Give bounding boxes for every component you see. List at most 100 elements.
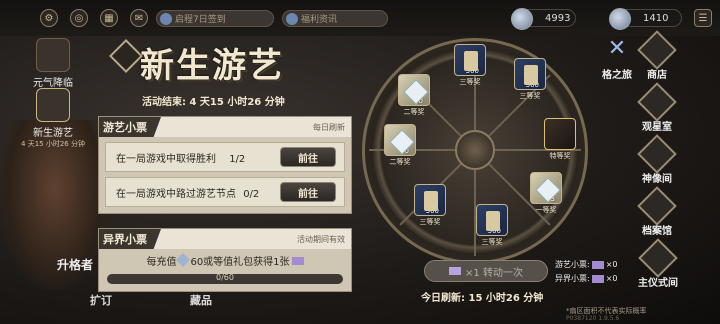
topup-progress-label: 0/60 [216,273,234,282]
archive-icon [637,186,677,226]
scroll-icon: 300 [414,184,446,216]
prize-tier: 二等奖 [389,158,411,166]
special-prize-icon [544,118,576,150]
crystal-icon: 3 [530,172,562,204]
coin-icon [511,8,533,30]
prize-slot: 60 二等奖 [390,74,438,117]
title-banner: 新生游艺 [109,38,354,86]
close-x-icon: ✕ [607,36,627,61]
crystal-icon: 60 [384,124,416,156]
prize-slot: 3 一等奖 [522,172,570,215]
gem-icon [176,252,191,268]
settings-icon[interactable]: ⚙ [40,9,58,27]
currency-gem[interactable]: 1410 [609,8,682,30]
checkin-label: 启程7日签到 [175,15,226,25]
wheel-hub [455,130,495,170]
currency-gold[interactable]: 4993 [511,8,576,30]
version-label: P0387120 1.9.5.6 [566,315,620,322]
right-item-shop[interactable]: 商店 [632,30,682,81]
yijie-ticket-label: 异界小票: [555,274,590,283]
checkin-pill[interactable]: 启程7日签到 [156,10,274,27]
left-item-yuanqi-label: 元气降临 [33,78,73,89]
panel-yijie-note: 活动期间有效 [297,234,345,244]
panel-youyi-header: 游艺小票 每日刷新 [99,117,351,137]
page-title: 新生游艺 [140,46,284,86]
prize-qty: 300 [487,227,501,235]
ritual-icon [638,238,678,278]
topup-progress-bar: 0/60 [107,273,343,284]
prize-tier: 三等奖 [481,238,503,246]
prize-slot: 300 三等奖 [406,184,454,227]
task-row: 在一局游戏中路过游艺节点 0/2 前往 [105,177,345,207]
spin-button-label: ×1 转动一次 [465,267,523,279]
task-text: 在一局游戏中取得胜利 [116,153,216,165]
panel-yijie-header: 异界小票 活动期间有效 [99,229,351,249]
mail-icon[interactable]: ✉ [130,9,148,27]
panel-youyi-note: 每日刷新 [313,122,345,132]
ticket-icon [591,260,604,269]
topup-text-b: 60或等值礼包获得1张 [190,257,290,268]
left-item-xinsheng-label: 新生游艺 [33,128,73,139]
shop-icon [637,30,677,70]
event-end-timer: 活动结束: 4 天15 小时26 分钟 [142,97,285,108]
statue-icon [637,134,677,174]
go-button[interactable]: 前往 [280,147,336,167]
scroll-icon: 300 [476,204,508,236]
left-item-kuoding[interactable]: 扩订 [90,292,112,308]
go-button[interactable]: 前往 [280,182,336,202]
prize-slot: 60 二等奖 [376,124,424,167]
prize-qty: 60 [400,147,409,155]
right-item-observatory[interactable]: 观星室 [632,82,682,133]
left-item-xinsheng[interactable]: 新生游艺 4 天15 小时26 分钟 [21,88,85,149]
ticket-icon [291,257,304,265]
right-item-archive[interactable]: 档案馆 [632,186,682,237]
left-item-shenggezhe[interactable]: 升格者 [52,240,98,273]
right-item-ritual-hall[interactable]: 主仪式间 [628,238,688,289]
crystal-icon: 60 [398,74,430,106]
grid-icon[interactable]: ▦ [100,9,118,27]
menu-icon[interactable]: ☰ [694,9,712,27]
crossed-swords-icon [36,88,70,122]
prize-tier: 二等奖 [403,108,425,116]
prize-slot: 300 三等奖 [446,44,494,87]
left-item-shenggezhe-label: 升格者 [56,258,93,272]
prize-qty: 60 [414,97,423,105]
ticket-icon [591,274,604,283]
yijie-ticket-count: ×0 [605,274,618,283]
event-icon [36,38,70,72]
prize-tier: 三等奖 [519,92,541,100]
prize-tier: 特等奖 [549,152,571,160]
title-diamond-icon [109,39,143,73]
prize-tier: 三等奖 [459,78,481,86]
collection-button[interactable]: 藏品 [190,292,212,308]
panel-youyi-tickets: 游艺小票 每日刷新 在一局游戏中取得胜利 1/2 前往 在一局游戏中路过游艺节点… [98,116,352,214]
left-item-yuanqi[interactable]: 元气降临 [30,38,76,89]
panel-yijie-title: 异界小票 [99,229,161,249]
topup-task: 每充值 60或等值礼包获得1张 [99,249,351,272]
prize-slot: 特等奖 [536,118,584,161]
prize-qty: 300 [465,67,479,75]
news-label: 福利资讯 [301,15,338,25]
currency-gold-value: 4993 [545,12,571,24]
youyi-ticket-label: 游艺小票: [555,260,590,269]
gem-icon [609,8,631,30]
refresh-timer: 今日刷新: 15 小时26 分钟 [421,293,544,304]
prize-slot: 300 三等奖 [468,204,516,247]
panel-youyi-title: 游艺小票 [99,117,161,137]
spin-button[interactable]: ×1 转动一次 [424,260,548,282]
task-row: 在一局游戏中取得胜利 1/2 前往 [105,142,345,172]
prize-qty: 300 [425,207,439,215]
news-pill[interactable]: 福利资讯 [282,10,388,27]
task-progress: 1/2 [229,153,246,165]
right-item-statue-hall[interactable]: 神像间 [632,134,682,185]
left-item-xinsheng-timer: 4 天15 小时26 分钟 [21,140,85,148]
ring-icon[interactable]: ◎ [70,9,88,27]
ticket-icon [449,267,462,275]
ticket-counts: 游艺小票: ×0 异界小票: ×0 [555,258,618,286]
prize-tier: 一等奖 [535,206,557,214]
panel-yijie-tickets: 异界小票 活动期间有效 每充值 60或等值礼包获得1张 0/60 [98,228,352,292]
prize-qty: 3 [550,195,555,203]
prize-qty: 300 [525,81,539,89]
task-text: 在一局游戏中路过游艺节点 [116,188,236,200]
task-progress: 0/2 [243,188,260,200]
